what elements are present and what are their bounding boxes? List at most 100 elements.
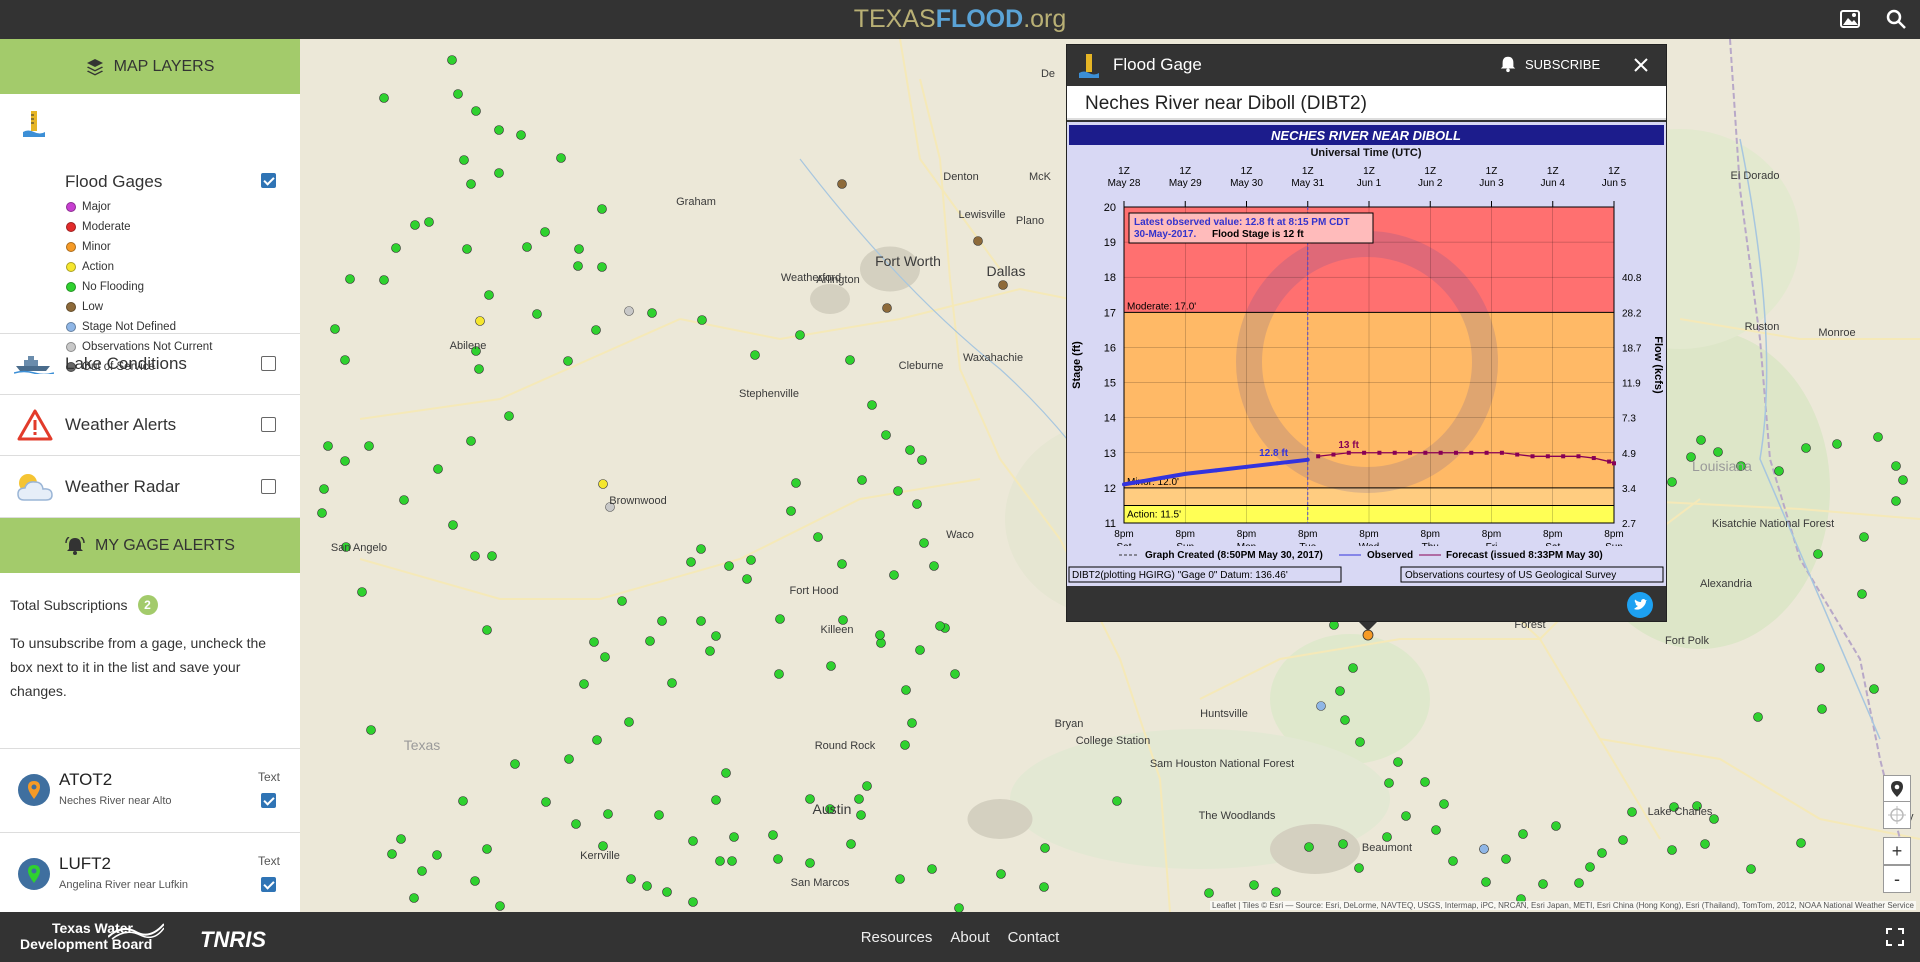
- search-icon[interactable]: [1885, 8, 1907, 30]
- bottom-tick-label: 8pm: [1114, 529, 1133, 540]
- city-label: El Dorado: [1731, 170, 1780, 182]
- gage-marker-no-flooding: [917, 455, 927, 465]
- footer-link-resources[interactable]: Resources: [861, 929, 933, 946]
- latest-value-text: Latest observed value: 12.8 ft at 8:15 P…: [1134, 217, 1350, 228]
- gage-marker-no-flooding: [915, 645, 925, 655]
- legend-swatch: [66, 302, 76, 312]
- gage-marker-no-flooding: [1898, 475, 1908, 485]
- gage-marker-low: [973, 236, 983, 246]
- lake-conditions-checkbox[interactable]: [261, 356, 276, 371]
- gage-marker-no-flooding: [624, 717, 634, 727]
- lake-conditions-layer[interactable]: Lake Conditions: [0, 334, 300, 395]
- flood-gage-icon: [23, 111, 45, 137]
- gage-marker-no-flooding: [935, 621, 945, 631]
- gage-marker-no-flooding: [482, 844, 492, 854]
- gage-marker-no-flooding: [895, 874, 905, 884]
- forecast-point: [1576, 454, 1581, 459]
- city-label: Cleburne: [899, 360, 944, 372]
- forecast-point: [1561, 454, 1566, 459]
- gage-marker-no-flooding: [954, 903, 964, 912]
- footer-bar: Texas Water Development Board TNRIS Reso…: [0, 912, 1920, 962]
- city-label: San Angelo: [331, 542, 387, 554]
- city-label: The Woodlands: [1199, 810, 1276, 822]
- top-tick-label: May 29: [1169, 178, 1202, 189]
- weather-alerts-layer[interactable]: Weather Alerts: [0, 395, 300, 456]
- gage-marker-no-flooding: [1815, 663, 1825, 673]
- twitter-share-icon[interactable]: [1627, 592, 1653, 618]
- gage-marker-no-flooding: [1501, 854, 1511, 864]
- gage-marker-no-flooding: [813, 532, 823, 542]
- close-icon[interactable]: [1633, 57, 1649, 73]
- gage-marker-no-flooding: [786, 506, 796, 516]
- gage-marker-no-flooding: [487, 551, 497, 561]
- hydrograph-chart: NECHES RIVER NEAR DIBOLL Universal Time (…: [1067, 122, 1666, 586]
- gage-marker-no-flooding: [642, 881, 652, 891]
- gage-marker-no-flooding: [564, 754, 574, 764]
- locate-me-button[interactable]: [1883, 801, 1911, 829]
- gage-marker-no-flooding: [396, 834, 406, 844]
- observed-point: [1183, 471, 1188, 476]
- map-image-icon[interactable]: [1839, 8, 1861, 30]
- map-layers-header[interactable]: MAP LAYERS: [0, 39, 300, 94]
- footer-link-contact[interactable]: Contact: [1008, 929, 1060, 946]
- gage-marker-no-flooding: [746, 555, 756, 565]
- city-label: Graham: [676, 196, 716, 208]
- gage-marker-no-flooding: [592, 735, 602, 745]
- forecast-point: [1469, 450, 1474, 455]
- legend-item: Major: [66, 197, 212, 217]
- popup-title: Flood Gage: [1113, 55, 1202, 74]
- text-alert-checkbox[interactable]: [261, 877, 276, 892]
- legend-label: Low: [82, 301, 104, 313]
- gage-marker-no-flooding: [563, 356, 573, 366]
- fullscreen-icon[interactable]: [1886, 928, 1904, 946]
- zoom-out-button[interactable]: -: [1883, 865, 1911, 893]
- gage-marker-no-flooding: [1574, 878, 1584, 888]
- top-tick-label: 1Z: [1363, 166, 1375, 177]
- weather-alerts-checkbox[interactable]: [261, 417, 276, 432]
- gage-id: ATOT2: [59, 770, 113, 789]
- forecast-point: [1316, 454, 1321, 459]
- gage-marker-no-flooding: [662, 887, 672, 897]
- site-logo[interactable]: TEXASFLOOD.org: [0, 5, 1920, 34]
- gage-marker-no-flooding: [1039, 882, 1049, 892]
- zoom-in-button[interactable]: +: [1883, 837, 1911, 865]
- gage-alerts-header[interactable]: MY GAGE ALERTS: [0, 518, 300, 573]
- text-alert-label: Text: [257, 770, 280, 784]
- gage-marker-no-flooding: [1801, 443, 1811, 453]
- footer-link-about[interactable]: About: [950, 929, 989, 946]
- gage-marker-no-flooding: [950, 669, 960, 679]
- city-label: San Marcos: [791, 877, 850, 889]
- gage-marker-no-flooding: [889, 570, 899, 580]
- gage-marker-no-flooding: [1753, 712, 1763, 722]
- gage-marker-no-flooding: [791, 478, 801, 488]
- weather-radar-layer[interactable]: Weather Radar: [0, 456, 300, 518]
- gage-marker-no-flooding: [448, 520, 458, 530]
- city-label: Denton: [943, 171, 978, 183]
- legend-label: Moderate: [82, 221, 131, 233]
- gage-marker-no-flooding: [686, 557, 696, 567]
- city-label: College Station: [1076, 735, 1151, 747]
- top-tick-label: 1Z: [1424, 166, 1436, 177]
- legend-item: Low: [66, 297, 212, 317]
- gage-marker-no-flooding: [574, 244, 584, 254]
- station-name: Neches River near Diboll (DIBT2): [1067, 86, 1666, 120]
- gage-marker-no-flooding: [1859, 532, 1869, 542]
- legend-swatch: [66, 282, 76, 292]
- flood-stage-text: Flood Stage is 12 ft: [1212, 229, 1304, 240]
- geolocate-button[interactable]: [1883, 775, 1911, 803]
- y-axis-label: Stage (ft): [1071, 341, 1083, 389]
- top-tick-label: 1Z: [1241, 166, 1253, 177]
- gage-marker-no-flooding: [1393, 757, 1403, 767]
- forecast-point: [1362, 450, 1367, 455]
- gage-marker-no-flooding: [458, 796, 468, 806]
- subscribe-button[interactable]: SUBSCRIBE: [1499, 55, 1600, 73]
- gage-marker-no-flooding: [696, 616, 706, 626]
- flood-gages-checkbox[interactable]: [261, 173, 276, 188]
- text-alert-checkbox[interactable]: [261, 793, 276, 808]
- gage-marker-no-flooding: [696, 544, 706, 554]
- legend-swatch: [66, 262, 76, 272]
- gage-marker-no-flooding: [688, 897, 698, 907]
- y2-tick-label: 28.2: [1622, 308, 1642, 319]
- forecast-point: [1377, 450, 1382, 455]
- weather-radar-checkbox[interactable]: [261, 479, 276, 494]
